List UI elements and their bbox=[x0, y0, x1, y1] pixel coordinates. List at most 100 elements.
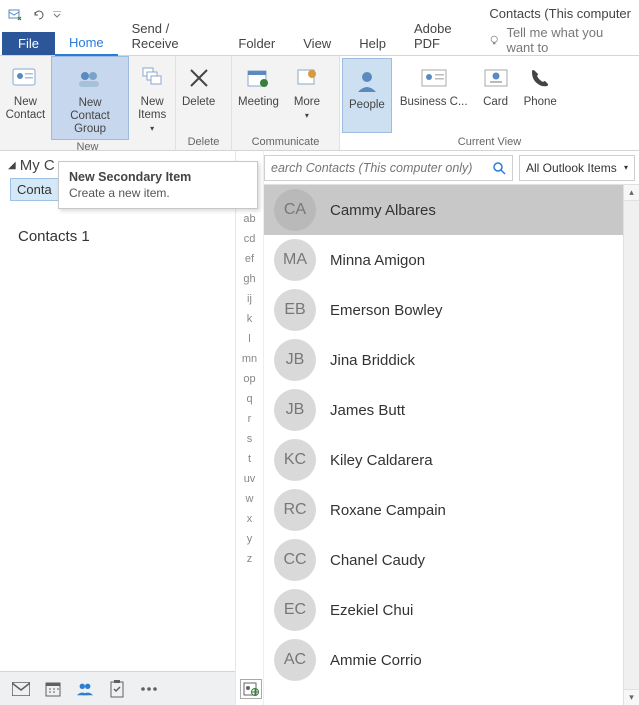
more-icon bbox=[291, 62, 323, 94]
tasks-nav-icon[interactable] bbox=[108, 680, 126, 698]
contact-name: Ammie Corrio bbox=[330, 652, 422, 669]
meeting-button[interactable]: Meeting bbox=[232, 56, 285, 135]
alpha-q[interactable]: q bbox=[246, 393, 252, 405]
more-label: More▾ bbox=[294, 96, 320, 122]
avatar: JB bbox=[274, 389, 316, 431]
send-receive-all-button[interactable] bbox=[4, 4, 26, 26]
contact-row[interactable]: EB Emerson Bowley bbox=[264, 285, 639, 335]
search-box[interactable] bbox=[264, 155, 513, 181]
avatar: MA bbox=[274, 239, 316, 281]
alpha-l[interactable]: l bbox=[248, 333, 250, 345]
contact-name: Cammy Albares bbox=[330, 202, 436, 219]
view-people-button[interactable]: People bbox=[342, 58, 392, 133]
contact-row[interactable]: ACAmmie Corrio bbox=[264, 635, 639, 685]
alpha-ij[interactable]: ij bbox=[247, 293, 252, 305]
new-contact-button[interactable]: New Contact bbox=[0, 56, 51, 140]
contact-name: James Butt bbox=[330, 402, 405, 419]
delete-label: Delete bbox=[182, 96, 215, 109]
alpha-k[interactable]: k bbox=[247, 313, 253, 325]
folder-tree: ◢My C Conta Contacts 1 bbox=[0, 151, 235, 671]
tooltip-title: New Secondary Item bbox=[69, 170, 247, 184]
contact-row[interactable]: EC Ezekiel Chui bbox=[264, 585, 639, 635]
contact-name: Emerson Bowley bbox=[330, 302, 443, 319]
contact-row[interactable]: KCKiley Caldarera bbox=[264, 435, 639, 485]
search-scope-dropdown[interactable]: All Outlook Items ▾ bbox=[519, 155, 635, 181]
collapse-caret-icon[interactable]: ◢ bbox=[8, 160, 16, 171]
search-icon[interactable] bbox=[486, 161, 512, 175]
tab-folder[interactable]: Folder bbox=[224, 32, 289, 55]
alpha-w[interactable]: w bbox=[246, 493, 254, 505]
meeting-label: Meeting bbox=[238, 96, 279, 109]
tab-send-receive[interactable]: Send / Receive bbox=[118, 17, 225, 55]
alpha-y[interactable]: y bbox=[247, 533, 253, 545]
delete-icon bbox=[183, 62, 215, 94]
contact-name: Jina Briddick bbox=[330, 352, 415, 369]
alpha-mn[interactable]: mn bbox=[242, 353, 257, 365]
alpha-x[interactable]: x bbox=[247, 513, 253, 525]
scrollbar[interactable]: ▴ ▾ bbox=[623, 185, 639, 705]
people-nav-icon[interactable] bbox=[76, 680, 94, 698]
tab-view[interactable]: View bbox=[289, 32, 345, 55]
card-icon bbox=[480, 62, 512, 94]
new-items-button[interactable]: New Items ▾ bbox=[129, 56, 175, 140]
contact-row[interactable]: JB James Butt bbox=[264, 385, 639, 435]
new-contact-group-label: New Contact Group bbox=[58, 97, 123, 137]
alpha-t[interactable]: t bbox=[248, 453, 251, 465]
more-button[interactable]: More▾ bbox=[285, 56, 329, 135]
contact-row[interactable]: JB Jina Briddick bbox=[264, 335, 639, 385]
scroll-down-icon[interactable]: ▾ bbox=[624, 689, 639, 705]
tab-home[interactable]: Home bbox=[55, 31, 118, 56]
main-area: ◢My C Conta Contacts 1 123abcdefghijklmn… bbox=[0, 151, 639, 705]
navigation-footer bbox=[0, 671, 235, 705]
view-phone-button[interactable]: Phone bbox=[518, 56, 563, 135]
new-contact-group-button[interactable]: New Contact Group bbox=[51, 56, 130, 140]
qat-customize-dropdown[interactable] bbox=[52, 11, 62, 19]
alpha-uv[interactable]: uv bbox=[244, 473, 256, 485]
search-input[interactable] bbox=[265, 161, 486, 175]
delete-button[interactable]: Delete bbox=[176, 56, 221, 135]
avatar: EC bbox=[274, 589, 316, 631]
avatar: CA bbox=[274, 189, 316, 231]
alpha-z[interactable]: z bbox=[247, 553, 253, 565]
alpha-op[interactable]: op bbox=[243, 373, 255, 385]
tell-me-search[interactable]: Tell me what you want to bbox=[488, 25, 639, 55]
calendar-nav-icon[interactable] bbox=[44, 680, 62, 698]
avatar: JB bbox=[274, 339, 316, 381]
undo-button[interactable] bbox=[28, 4, 50, 26]
tooltip: New Secondary Item Create a new item. bbox=[58, 161, 258, 209]
mail-nav-icon[interactable] bbox=[12, 680, 30, 698]
view-people-label: People bbox=[349, 99, 385, 112]
contact-row[interactable]: CA Cammy Albares bbox=[264, 185, 639, 235]
contact-row[interactable]: CCChanel Caudy bbox=[264, 535, 639, 585]
alpha-ef[interactable]: ef bbox=[245, 253, 254, 265]
avatar: CC bbox=[274, 539, 316, 581]
alpha-s[interactable]: s bbox=[247, 433, 253, 445]
alphabet-index: 123abcdefghijklmnopqrstuvwxyz bbox=[236, 151, 264, 705]
tab-adobe-pdf[interactable]: Adobe PDF bbox=[400, 17, 488, 55]
view-business-card-label: Business C... bbox=[400, 96, 468, 109]
more-nav-icon[interactable] bbox=[140, 680, 158, 698]
view-phone-label: Phone bbox=[524, 96, 557, 109]
new-items-label: New Items ▾ bbox=[135, 96, 169, 136]
folder-contacts1[interactable]: Contacts 1 bbox=[12, 225, 235, 248]
new-contact-label: New Contact bbox=[6, 96, 46, 122]
scroll-up-icon[interactable]: ▴ bbox=[624, 185, 639, 201]
meeting-icon bbox=[242, 62, 274, 94]
ribbon-group-communicate: Meeting More▾ Communicate bbox=[232, 56, 340, 150]
contact-row[interactable]: RCRoxane Campain bbox=[264, 485, 639, 535]
contact-row[interactable]: MAMinna Amigon bbox=[264, 235, 639, 285]
alpha-r[interactable]: r bbox=[248, 413, 252, 425]
tab-help[interactable]: Help bbox=[345, 32, 400, 55]
avatar: EB bbox=[274, 289, 316, 331]
business-card-icon bbox=[418, 62, 450, 94]
alpha-cd[interactable]: cd bbox=[244, 233, 256, 245]
contact-name: Ezekiel Chui bbox=[330, 602, 413, 619]
alpha-ab[interactable]: ab bbox=[243, 213, 255, 225]
phone-icon bbox=[524, 62, 556, 94]
view-card-button[interactable]: Card bbox=[474, 56, 518, 135]
contact-name: Kiley Caldarera bbox=[330, 452, 433, 469]
view-business-card-button[interactable]: Business C... bbox=[394, 56, 474, 135]
tab-file[interactable]: File bbox=[2, 32, 55, 55]
alpha-gh[interactable]: gh bbox=[243, 273, 255, 285]
address-book-toggle[interactable] bbox=[240, 679, 262, 699]
